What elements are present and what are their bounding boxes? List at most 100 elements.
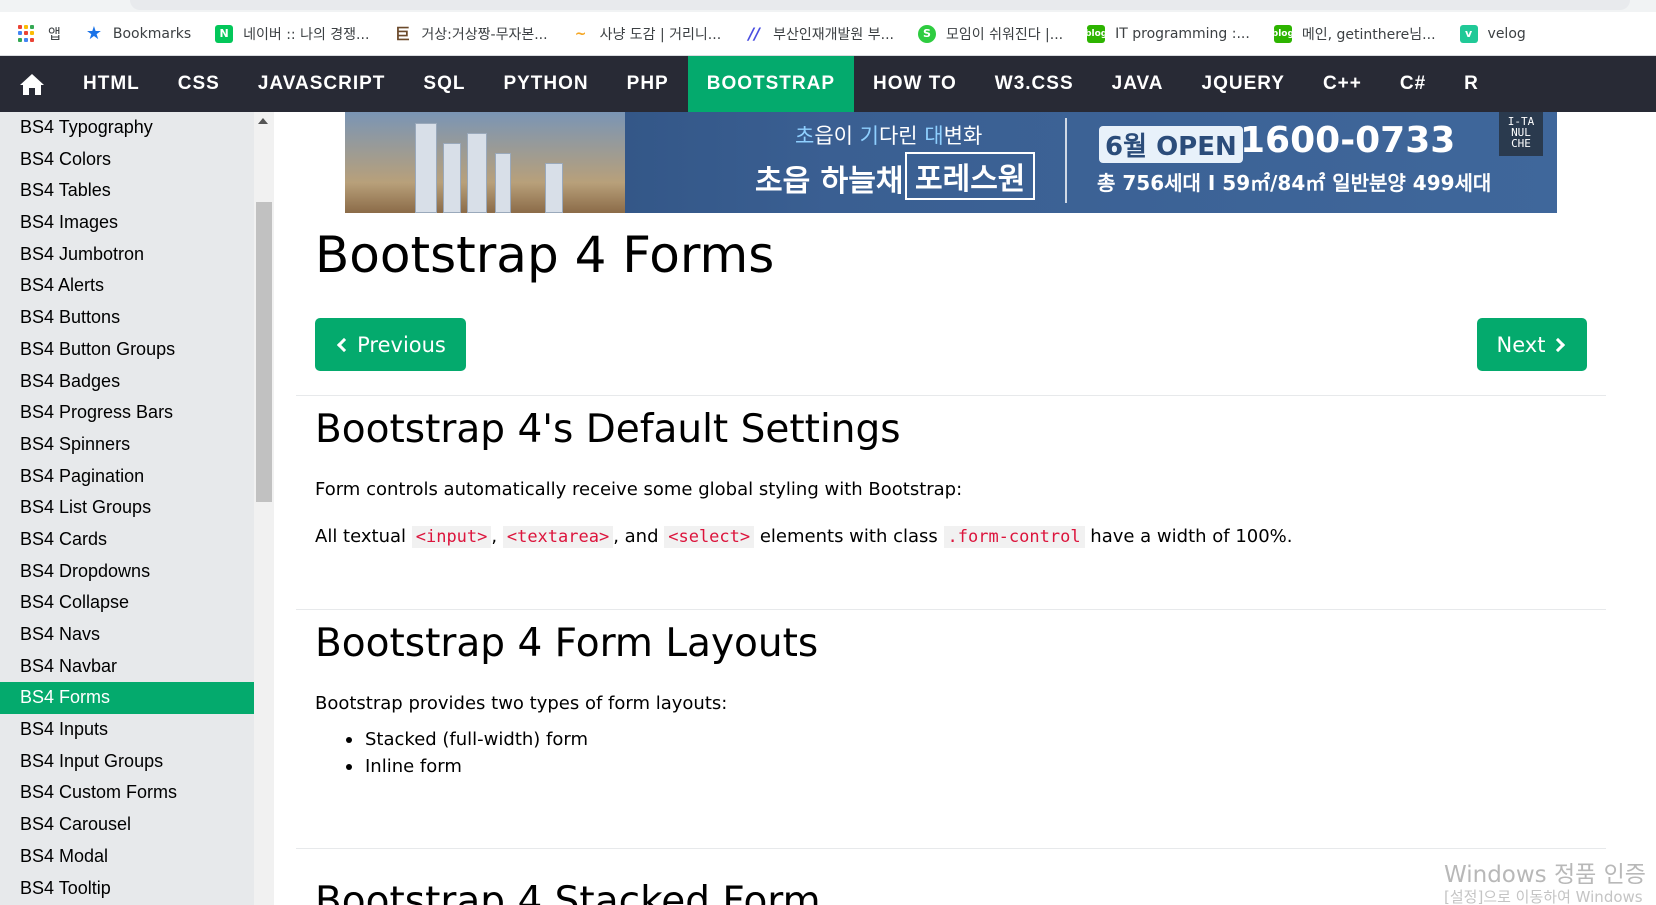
ad-tagline-highlight: 대 [924, 124, 944, 148]
sidebar-item-colors[interactable]: BS4 Colors [0, 144, 254, 176]
sidebar-item-carousel[interactable]: BS4 Carousel [0, 809, 254, 841]
text-span: All textual [315, 526, 412, 547]
blog-icon: blog [1272, 24, 1294, 43]
sidebar-item-pagination[interactable]: BS4 Pagination [0, 461, 254, 493]
sidebar-scrollbar[interactable] [254, 112, 274, 905]
sidebar-item-navs[interactable]: BS4 Navs [0, 619, 254, 651]
ad-open-badge: 6월 OPEN [1099, 126, 1243, 163]
bookmark-label: 부산인재개발원 부... [773, 26, 894, 43]
text-span: have a width of 100%. [1084, 526, 1293, 547]
bookmark-bookmarks-folder[interactable]: ★ Bookmarks [85, 12, 191, 56]
sidebar-list: BS4 Typography BS4 Colors BS4 Tables BS4… [0, 112, 254, 904]
layouts-list: Stacked (full-width) form Inline form [341, 726, 588, 780]
sidebar-item-tooltip[interactable]: BS4 Tooltip [0, 873, 254, 905]
bookmark-naver[interactable]: N 네이버 :: 나의 경쟁... [215, 12, 369, 56]
sidebar-item-spinners[interactable]: BS4 Spinners [0, 429, 254, 461]
nav-java[interactable]: JAVA [1093, 56, 1183, 112]
bookmarks-bar: 앱 ★ Bookmarks N 네이버 :: 나의 경쟁... 巨 거상:거상짱… [0, 12, 1656, 56]
bookmark-label: 앱 [48, 26, 61, 43]
bookmark-hunting-guide[interactable]: ~ 사냥 도감 | 거리니... [572, 12, 721, 56]
ad-buildings-image [345, 112, 625, 213]
sidebar-item-cards[interactable]: BS4 Cards [0, 524, 254, 556]
sidebar-item-navbar[interactable]: BS4 Navbar [0, 651, 254, 683]
section-divider [296, 848, 1606, 849]
nav-sql[interactable]: SQL [404, 56, 484, 112]
sidebar-item-typography[interactable]: BS4 Typography [0, 112, 254, 144]
ad-tagline: 초읍이 기다린 대변화 [795, 120, 982, 150]
advertisement-banner[interactable]: 초읍이 기다린 대변화 초읍 하늘채 포레스원 6월 OPEN 1600-073… [345, 112, 1557, 213]
windows-activation-watermark: Windows 정품 인증 [1444, 862, 1646, 888]
bookmark-busan-institute[interactable]: // 부산인재개발원 부... [745, 12, 894, 56]
bookmark-gersang[interactable]: 巨 거상:거상짱-무자본... [393, 12, 548, 56]
ad-phone: 1600-0733 [1240, 120, 1456, 161]
apps-grid-icon [18, 24, 36, 43]
sidebar-item-tables[interactable]: BS4 Tables [0, 175, 254, 207]
slashes-icon: // [748, 24, 760, 43]
nav-cpp[interactable]: C++ [1304, 56, 1381, 112]
nav-jquery[interactable]: JQUERY [1183, 56, 1304, 112]
sidebar-item-collapse[interactable]: BS4 Collapse [0, 587, 254, 619]
ad-units: 총 756세대 I 59㎡/84㎡ 일반분양 499세대 [1097, 171, 1492, 195]
sidebar-item-dropdowns[interactable]: BS4 Dropdowns [0, 556, 254, 588]
chevron-left-icon [337, 337, 352, 352]
code-input: <input> [411, 526, 492, 548]
sidebar-item-progress-bars[interactable]: BS4 Progress Bars [0, 397, 254, 429]
code-textarea: <textarea> [502, 526, 614, 548]
ad-tagline-text: 변화 [943, 124, 983, 148]
windows-activation-watermark-sub: [설정]으로 이동하여 Windows [1444, 888, 1643, 905]
nav-css[interactable]: CSS [159, 56, 239, 112]
nav-html[interactable]: HTML [64, 56, 159, 112]
bookmark-velog[interactable]: v velog [1459, 12, 1526, 56]
code-select: <select> [664, 526, 755, 548]
sidebar-item-custom-forms[interactable]: BS4 Custom Forms [0, 777, 254, 809]
sidebar-item-list-groups[interactable]: BS4 List Groups [0, 492, 254, 524]
top-navigation: HTML CSS JAVASCRIPT SQL PYTHON PHP BOOTS… [0, 56, 1656, 112]
bookmark-label: Bookmarks [112, 25, 192, 42]
sidebar-item-alerts[interactable]: BS4 Alerts [0, 270, 254, 302]
chevron-right-icon [1551, 337, 1566, 352]
nav-javascript[interactable]: JAVASCRIPT [239, 56, 405, 112]
site-icon: ~ [574, 25, 587, 42]
section-paragraph-form-control: All textual <input>, <textarea>, and <se… [315, 526, 1293, 548]
nav-r[interactable]: R [1445, 56, 1498, 112]
blog-icon: blog [1085, 24, 1107, 43]
section-paragraph: Form controls automatically receive some… [315, 479, 963, 500]
ad-tagline-text: 다린 [878, 124, 925, 148]
nav-csharp[interactable]: C# [1381, 56, 1445, 112]
nav-bootstrap[interactable]: BOOTSTRAP [687, 56, 854, 112]
sidebar-item-buttons[interactable]: BS4 Buttons [0, 302, 254, 334]
ad-logo: I-TA NUL CHE [1499, 112, 1543, 156]
sidebar-item-images[interactable]: BS4 Images [0, 207, 254, 239]
list-item: Stacked (full-width) form [341, 726, 588, 753]
sidebar-item-modal[interactable]: BS4 Modal [0, 841, 254, 873]
sidebar-item-input-groups[interactable]: BS4 Input Groups [0, 746, 254, 778]
tower-shape [545, 163, 563, 213]
previous-button[interactable]: Previous [315, 318, 466, 371]
gersang-icon: 巨 [394, 25, 410, 43]
url-field[interactable] [130, 0, 1630, 10]
velog-icon: v [1459, 24, 1478, 43]
nav-python[interactable]: PYTHON [484, 56, 607, 112]
main-content: 초읍이 기다린 대변화 초읍 하늘채 포레스원 6월 OPEN 1600-073… [274, 112, 1656, 905]
bookmark-getinthere[interactable]: blog 메인, getinthere님... [1272, 12, 1436, 56]
bookmark-apps[interactable]: 앱 [18, 12, 61, 56]
nav-how-to[interactable]: HOW TO [854, 56, 976, 112]
next-button[interactable]: Next [1477, 318, 1587, 371]
bookmark-it-programming[interactable]: blog IT programming :... [1085, 12, 1250, 56]
nav-php[interactable]: PHP [608, 56, 688, 112]
sidebar-item-forms[interactable]: BS4 Forms [0, 682, 254, 715]
scrollbar-thumb[interactable] [256, 202, 272, 502]
nav-w3css[interactable]: W3.CSS [976, 56, 1093, 112]
tower-shape [467, 133, 487, 213]
sidebar-item-badges[interactable]: BS4 Badges [0, 366, 254, 398]
ad-brand-sub: 포레스원 [905, 152, 1036, 200]
scroll-up-arrow-icon[interactable] [258, 118, 268, 124]
page-title: Bootstrap 4 Forms [315, 226, 775, 284]
ad-tagline-text: 읍이 [814, 124, 860, 148]
bookmark-somoim[interactable]: S 모임이 쉬워진다 |... [918, 12, 1063, 56]
sidebar-item-button-groups[interactable]: BS4 Button Groups [0, 334, 254, 366]
sidebar-item-jumbotron[interactable]: BS4 Jumbotron [0, 239, 254, 271]
home-button[interactable] [0, 56, 64, 112]
sidebar-item-inputs[interactable]: BS4 Inputs [0, 714, 254, 746]
section-heading-form-layouts: Bootstrap 4 Form Layouts [315, 621, 819, 666]
